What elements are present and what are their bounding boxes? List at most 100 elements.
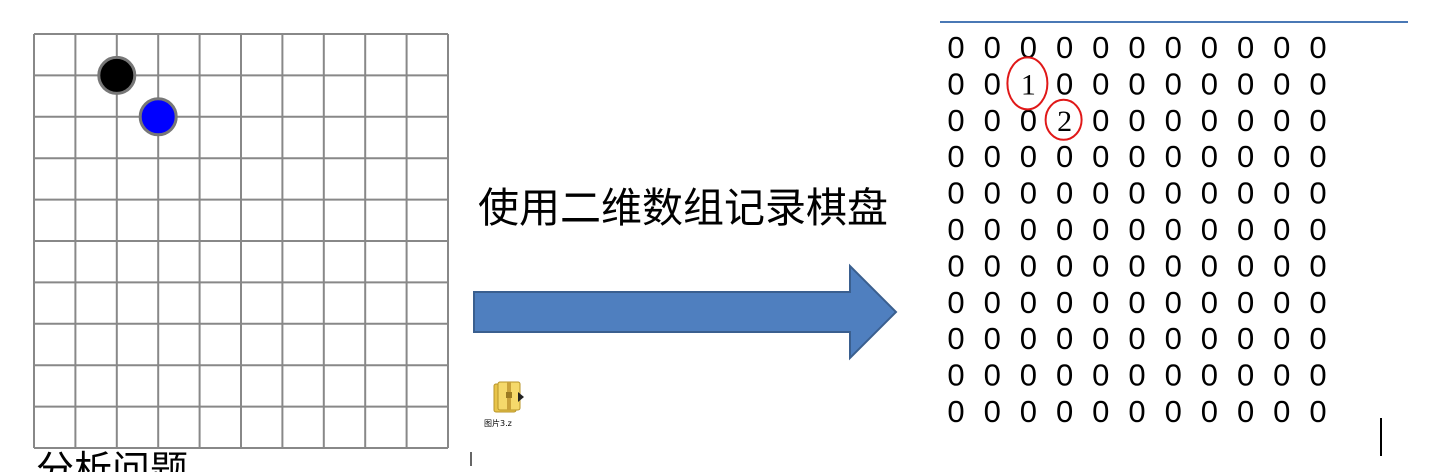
array-cell: 0 [1056, 30, 1073, 65]
file-item[interactable]: 图片3.z [484, 378, 540, 438]
array-cell: 0 [984, 103, 1001, 138]
array-cell: 0 [1237, 139, 1254, 174]
array-cell: 0 [1020, 139, 1037, 174]
array-cell: 0 [1201, 358, 1218, 393]
array-cell: 0 [1056, 139, 1073, 174]
array-cell: 0 [1201, 139, 1218, 174]
array-cell: 0 [1165, 103, 1182, 138]
array-cell: 0 [1237, 248, 1254, 283]
array-cell: 0 [984, 66, 1001, 101]
array-cell: 0 [1165, 176, 1182, 211]
array-cell: 0 [1165, 30, 1182, 65]
array-cell: 0 [1020, 358, 1037, 393]
array-cell: 0 [1092, 176, 1109, 211]
array-cell: 0 [1273, 394, 1290, 429]
array-cell: 0 [1128, 66, 1145, 101]
array-cell: 0 [1128, 358, 1145, 393]
array-cell: 0 [1092, 66, 1109, 101]
array-cell: 0 [1165, 248, 1182, 283]
array-cell: 0 [1020, 248, 1037, 283]
game-board [33, 33, 449, 449]
array-cell: 0 [1201, 176, 1218, 211]
array-cell-marked: 2 [1057, 105, 1072, 138]
array-cell: 0 [947, 285, 964, 320]
array-cell: 0 [1020, 321, 1037, 356]
file-name-label: 图片3.z [484, 419, 512, 428]
array-cell: 0 [1201, 321, 1218, 356]
array-cell: 0 [1128, 248, 1145, 283]
array-cell: 0 [984, 176, 1001, 211]
array-cells: 0 0 0 0 0 0 0 0 0 0 00 0 1 0 0 0 0 0 0 0 00 0 0 2 0 0 0 0 0 0 00 0 0 0 0 0 0… [947, 30, 1326, 429]
array-cell: 0 [984, 321, 1001, 356]
zip-folder-icon [493, 381, 524, 413]
array-cell: 0 [947, 394, 964, 429]
array-cell: 0 [947, 139, 964, 174]
array-cell: 0 [1056, 321, 1073, 356]
array-cell: 0 [1201, 103, 1218, 138]
array-cell: 0 [1020, 176, 1037, 211]
array-cell: 0 [984, 285, 1001, 320]
array-cell: 0 [1056, 212, 1073, 247]
array-cell: 0 [1128, 176, 1145, 211]
array-cell: 0 [1201, 285, 1218, 320]
array-cell: 0 [1128, 394, 1145, 429]
array-cell: 0 [1092, 285, 1109, 320]
array-printout: 0 0 0 0 0 0 0 0 0 0 00 0 1 0 0 0 0 0 0 0 00 0 0 2 0 0 0 0 0 0 00 0 0 0 0 0 0… [947, 30, 1326, 429]
arrow-shape [473, 263, 898, 361]
right-arrow-icon [473, 263, 898, 361]
array-cell: 0 [1020, 394, 1037, 429]
array-cell: 0 [947, 358, 964, 393]
array-cell: 0 [1309, 103, 1326, 138]
array-cell: 0 [947, 66, 964, 101]
array-cell: 0 [1309, 66, 1326, 101]
description-label: 使用二维数组记录棋盘 [478, 184, 888, 232]
array-cell: 0 [1237, 30, 1254, 65]
array-cell: 0 [1309, 212, 1326, 247]
array-cell: 0 [1092, 358, 1109, 393]
array-cell: 0 [1128, 321, 1145, 356]
array-cell: 0 [1128, 285, 1145, 320]
array-cell: 0 [984, 394, 1001, 429]
board-grid [33, 33, 449, 449]
array-cell: 0 [1273, 212, 1290, 247]
array-cell: 0 [984, 212, 1001, 247]
array-cell: 0 [1165, 139, 1182, 174]
array-cell: 0 [1309, 176, 1326, 211]
array-cell: 0 [1273, 285, 1290, 320]
array-cell: 0 [1165, 285, 1182, 320]
array-cell: 0 [1273, 139, 1290, 174]
array-cell: 0 [1092, 321, 1109, 356]
array-cell: 0 [1309, 358, 1326, 393]
array-cell: 0 [1092, 248, 1109, 283]
caption-partial-text: 分析问题 [36, 448, 236, 472]
array-cell: 0 [1092, 30, 1109, 65]
array-cell: 0 [1309, 30, 1326, 65]
array-cell: 0 [984, 248, 1001, 283]
array-cell: 0 [1309, 394, 1326, 429]
array-cell: 0 [1056, 66, 1073, 101]
array-cell: 0 [984, 358, 1001, 393]
array-cell: 0 [947, 321, 964, 356]
array-cell: 0 [1020, 285, 1037, 320]
array-cell: 0 [1201, 212, 1218, 247]
array-cell: 0 [1056, 358, 1073, 393]
array-cell: 0 [1056, 394, 1073, 429]
array-cell: 0 [984, 30, 1001, 65]
array-cell: 0 [984, 139, 1001, 174]
array-cell: 0 [1128, 139, 1145, 174]
array-cell: 0 [1056, 285, 1073, 320]
array-cell: 0 [1165, 212, 1182, 247]
array-cell: 0 [1309, 285, 1326, 320]
array-cell: 0 [1165, 321, 1182, 356]
array-cell: 0 [1273, 66, 1290, 101]
array-cell: 0 [1237, 212, 1254, 247]
array-cell: 0 [1237, 66, 1254, 101]
array-cell: 0 [1092, 212, 1109, 247]
array-cell: 0 [947, 248, 964, 283]
array-cell: 0 [947, 30, 964, 65]
array-cell: 0 [1273, 103, 1290, 138]
array-cell: 0 [1237, 176, 1254, 211]
array-cell: 0 [1309, 248, 1326, 283]
text-cursor-mark [470, 452, 472, 466]
array-cell: 0 [1273, 176, 1290, 211]
